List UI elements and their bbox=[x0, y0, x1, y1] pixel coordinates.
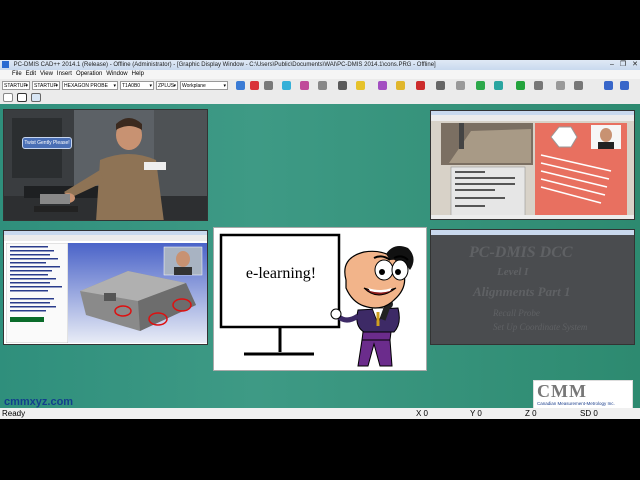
curve-mode-icon[interactable] bbox=[17, 93, 27, 102]
menu-insert[interactable]: Insert bbox=[57, 70, 72, 79]
status-y: Y 0 bbox=[470, 409, 482, 418]
dimension-icon[interactable] bbox=[356, 81, 365, 90]
elearning-illustration: e-learning! bbox=[213, 227, 427, 371]
settings-icon[interactable] bbox=[534, 81, 543, 90]
cad-demo-image bbox=[431, 111, 634, 219]
report-icon[interactable] bbox=[456, 81, 465, 90]
slide-topic: Alignments Part 1 bbox=[473, 284, 571, 299]
close-icon[interactable]: ✕ bbox=[632, 60, 638, 70]
status-z: Z 0 bbox=[525, 409, 537, 418]
slide-bullet-1: Recall Probe bbox=[493, 308, 540, 318]
video-instructor-pane: Twist Gently Please! bbox=[3, 109, 208, 221]
demo-toolbar bbox=[4, 235, 207, 241]
menu-bar: File Edit View Insert Operation Window H… bbox=[0, 70, 640, 79]
layout-icon[interactable] bbox=[620, 81, 629, 90]
startup-dropdown-2[interactable]: STARTUP bbox=[32, 81, 60, 90]
watermark-text: cmmxyz.com bbox=[4, 396, 74, 408]
check-icon[interactable] bbox=[476, 81, 485, 90]
program-mode-icon[interactable] bbox=[3, 93, 13, 102]
window-controls: – ❐ ✕ bbox=[610, 60, 638, 70]
tip-dropdown[interactable]: T1A0B0 bbox=[120, 81, 154, 90]
cube-icon[interactable] bbox=[264, 81, 273, 90]
menu-edit[interactable]: Edit bbox=[26, 70, 36, 79]
graphics-icon[interactable] bbox=[300, 81, 309, 90]
slide-level: Level I bbox=[497, 266, 529, 278]
demo-edit-window bbox=[6, 243, 68, 343]
construct-icon[interactable] bbox=[378, 81, 387, 90]
menu-window[interactable]: Window bbox=[106, 70, 127, 79]
measure-icon[interactable] bbox=[574, 81, 583, 90]
instructor-video-image bbox=[4, 110, 207, 220]
workplane-dropdown[interactable]: Workplane bbox=[180, 81, 228, 90]
pcdmis-window: PC-DMIS CAD++ 2014.1 (Release) - Offline… bbox=[0, 60, 640, 419]
menu-file[interactable]: File bbox=[12, 70, 22, 79]
cad-demo-pane bbox=[430, 110, 635, 220]
status-bar: Ready X 0 Y 0 Z 0 SD 0 bbox=[0, 408, 640, 419]
probe-mode-icon[interactable] bbox=[338, 81, 347, 90]
elearning-cartoon bbox=[219, 233, 414, 367]
slide-bullet-2: Set Up Coordinate System bbox=[493, 322, 588, 332]
probe-dropdown[interactable]: HEXAGON PROBE bbox=[62, 81, 118, 90]
slide-title: PC-DMIS DCC bbox=[469, 244, 573, 261]
slide-titlebar bbox=[431, 230, 634, 235]
record-icon[interactable] bbox=[250, 81, 259, 90]
app-icon bbox=[2, 61, 9, 68]
execute-icon[interactable] bbox=[516, 81, 525, 90]
translate-icon[interactable] bbox=[282, 81, 291, 90]
demo-cad-view bbox=[68, 243, 207, 343]
startup-dropdown-1[interactable]: STARTUP bbox=[2, 81, 30, 90]
title-bar: PC-DMIS CAD++ 2014.1 (Release) - Offline… bbox=[0, 60, 640, 70]
view-icon[interactable] bbox=[236, 81, 245, 90]
angle-icon[interactable] bbox=[416, 81, 425, 90]
graphic-display-area: Twist Gently Please! e-learning! PC-DMIS… bbox=[0, 104, 640, 408]
status-sd: SD 0 bbox=[580, 409, 598, 418]
cmm-logo: CMM Canadian Measurement-Metrology Inc. bbox=[533, 380, 633, 409]
window-title: PC-DMIS CAD++ 2014.1 (Release) - Offline… bbox=[13, 62, 436, 68]
zoom-icon[interactable] bbox=[318, 81, 327, 90]
surface-mode-icon[interactable] bbox=[31, 93, 41, 102]
board-text: e-learning! bbox=[245, 265, 317, 282]
fcf-icon[interactable] bbox=[436, 81, 445, 90]
menu-operation[interactable]: Operation bbox=[76, 70, 102, 79]
video-banner: Twist Gently Please! bbox=[22, 137, 72, 149]
sensor-icon[interactable] bbox=[494, 81, 503, 90]
window-icon[interactable] bbox=[604, 81, 613, 90]
restore-icon[interactable]: ❐ bbox=[620, 60, 626, 70]
settings-toolbar: STARTUP STARTUP HEXAGON PROBE T1A0B0 ZPL… bbox=[0, 79, 640, 93]
workplane-axis-dropdown[interactable]: ZPLUS bbox=[156, 81, 178, 90]
edit-icon[interactable] bbox=[556, 81, 565, 90]
menu-view[interactable]: View bbox=[40, 70, 53, 79]
status-x: X 0 bbox=[416, 409, 429, 418]
status-ready: Ready bbox=[2, 409, 26, 418]
logo-big: CMM bbox=[537, 381, 587, 401]
software-demo-pane bbox=[3, 230, 208, 345]
menu-help[interactable]: Help bbox=[132, 70, 144, 79]
slide-pane: PC-DMIS DCC Level I Alignments Part 1 Re… bbox=[430, 229, 635, 345]
minimize-icon[interactable]: – bbox=[610, 60, 614, 70]
alignment-icon[interactable] bbox=[396, 81, 405, 90]
logo-small: Canadian Measurement-Metrology Inc. bbox=[537, 401, 615, 406]
